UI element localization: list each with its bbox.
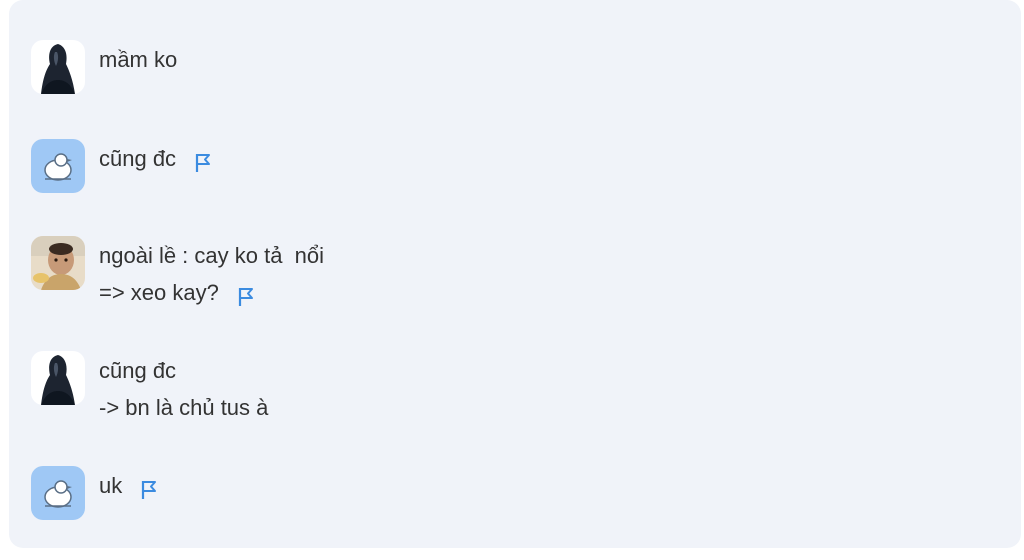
comment-text-line: => xeo kay? [99,274,324,311]
comment-item: cũng đc [31,139,214,193]
comment-body: ngoài lề : cay ko tả nổi => xeo kay? [99,237,324,311]
avatar[interactable] [31,466,85,520]
avatar[interactable] [31,139,85,193]
comment-text-line: uk [99,467,160,504]
comment-text-line: ngoài lề : cay ko tả nổi [99,243,325,268]
comment-text-line: cũng đc [99,140,214,177]
blue-bird-avatar-icon [31,139,85,193]
avatar[interactable] [31,351,85,405]
flag-icon[interactable] [194,148,214,172]
avatar[interactable] [31,236,85,290]
avatar[interactable] [31,40,85,94]
baby-photo-avatar-icon [31,236,85,290]
comment-body: cũng đc [99,140,214,177]
comment-item: cũng đc -> bn là chủ tus à [31,351,268,426]
comment-item: mầm ko [31,40,177,94]
comment-thread-panel: mầm ko cũng đc ngoài lề: cay ko tả nổi … [9,0,1021,548]
comment-item: uk [31,466,160,520]
flag-icon[interactable] [140,475,160,499]
dark-hair-avatar-icon [31,40,85,94]
comment-body: uk [99,467,160,504]
comment-text-line: cũng đc [99,358,177,383]
dark-hair-avatar-icon [31,351,85,405]
comment-body: cũng đc -> bn là chủ tus à [99,352,268,426]
comment-body: mầm ko [99,41,177,78]
comment-item: ngoài lề : cay ko tả nổi => xeo kay? [31,236,324,311]
comment-text-line: -> bn là chủ tus à [99,395,269,420]
blue-bird-avatar-icon [31,466,85,520]
comment-text-line: mầm ko [99,47,178,72]
flag-icon[interactable] [237,282,257,306]
